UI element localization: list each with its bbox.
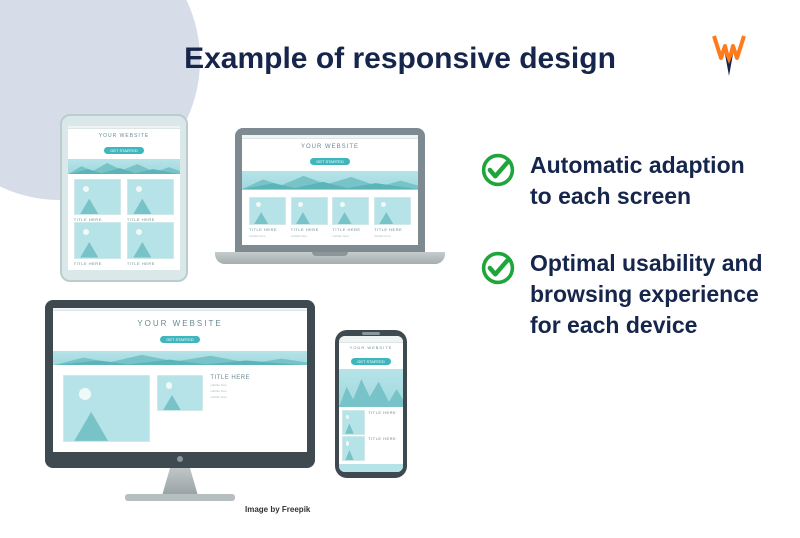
site-title: YOUR WEBSITE [339,345,403,350]
phone-device: YOUR WEBSITE GET STARTED TITLE HERE TITL… [335,330,407,478]
site-title: YOUR WEBSITE [53,319,307,328]
site-cta: GET STARTED [160,336,200,343]
header: Example of responsive design [0,42,800,76]
device-mockups: YOUR WEBSITE GET STARTED TITLE HERE TITL… [45,110,465,520]
laptop-device: YOUR WEBSITE GET STARTED TITLE HEREsubti… [215,128,445,264]
phone-screen: YOUR WEBSITE GET STARTED TITLE HERE TITL… [339,336,403,472]
checkmark-icon [480,152,516,188]
tablet-screen: YOUR WEBSITE GET STARTED TITLE HERE TITL… [68,126,180,270]
desktop-device: YOUR WEBSITE GET STARTED TITLE HEREsubti… [45,300,315,501]
benefit-text: Optimal usability and browsing experienc… [530,248,770,341]
benefit-item: Automatic adaption to each screen [480,150,770,212]
desktop-screen: YOUR WEBSITE GET STARTED TITLE HEREsubti… [53,308,307,452]
benefit-text: Automatic adaption to each screen [530,150,770,212]
site-cta: GET STARTED [104,147,144,154]
benefit-item: Optimal usability and browsing experienc… [480,248,770,341]
site-cta: GET STARTED [310,158,350,165]
image-attribution: Image by Freepik [245,505,310,514]
checkmark-icon [480,250,516,286]
page-title: Example of responsive design [0,42,800,76]
site-cta: GET STARTED [351,358,391,365]
site-title: YOUR WEBSITE [68,133,180,139]
brand-w-icon [712,34,746,78]
benefits-list: Automatic adaption to each screen Optima… [480,150,770,341]
laptop-screen: YOUR WEBSITE GET STARTED TITLE HEREsubti… [242,135,418,245]
site-title: YOUR WEBSITE [242,144,418,150]
tablet-device: YOUR WEBSITE GET STARTED TITLE HERE TITL… [60,114,188,282]
